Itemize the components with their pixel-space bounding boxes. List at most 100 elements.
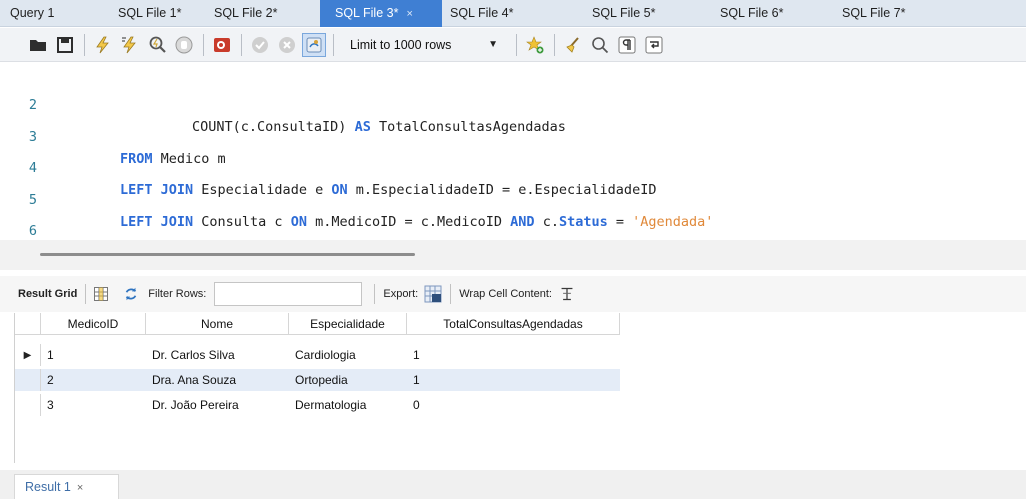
wrap-icon	[645, 36, 663, 53]
stop-button[interactable]	[172, 33, 196, 57]
toolbar-separator	[516, 33, 517, 56]
editor-horizontal-scrollbar[interactable]	[40, 253, 415, 256]
tab-sql-file-7[interactable]: SQL File 7*	[832, 0, 926, 27]
code-text: FROM Medico m	[120, 151, 226, 167]
tab-label: SQL File 4*	[450, 6, 514, 20]
lightning-icon	[96, 36, 109, 53]
lightning-cursor-icon	[122, 36, 136, 53]
tab-label: SQL File 2*	[214, 6, 278, 20]
execute-current-button[interactable]	[118, 33, 142, 57]
code-line[interactable]: 6 GROUP BY m.MedicoID;	[0, 198, 283, 261]
cell-especialidade[interactable]: Cardiologia	[289, 344, 407, 366]
result-tabs-bar: Result 1 ×	[0, 470, 1026, 499]
current-row-marker-icon[interactable]: ▶	[15, 344, 41, 366]
table-row[interactable]: 2 Dra. Ana Souza Ortopedia 1	[15, 369, 620, 391]
tab-label: SQL File 5*	[592, 6, 656, 20]
toggle-invisible-chars-button[interactable]	[615, 33, 639, 57]
tab-label: SQL File 3*	[335, 6, 399, 20]
save-button[interactable]	[53, 33, 77, 57]
row-header[interactable]	[15, 394, 41, 416]
grid-icon[interactable]	[94, 287, 109, 301]
cell-medicoid[interactable]: 1	[41, 344, 146, 366]
tab-sql-file-3[interactable]: SQL File 3* ×	[320, 0, 442, 27]
tab-query-1[interactable]: Query 1	[0, 0, 72, 27]
result-toolbar: Result Grid Filter Rows: Export: Wrap Ce…	[0, 276, 1026, 312]
column-header-nome[interactable]: Nome	[146, 313, 289, 335]
line-number: 6	[28, 223, 38, 239]
star-plus-icon	[526, 35, 544, 53]
filter-rows-label: Filter Rows:	[148, 288, 207, 300]
toggle-stop-on-error-button[interactable]	[210, 33, 234, 57]
find-button[interactable]	[588, 33, 612, 57]
column-header-totalconsultasagendadas[interactable]: TotalConsultasAgendadas	[407, 313, 620, 335]
row-header-corner	[15, 313, 41, 335]
magnifier-lightning-icon	[149, 36, 166, 53]
pilcrow-icon	[618, 36, 636, 53]
code-text: LEFT JOIN Especialidade e ON m.Especiali…	[120, 182, 657, 198]
toggle-word-wrap-button[interactable]	[642, 33, 666, 57]
cell-medicoid[interactable]: 3	[41, 394, 146, 416]
cell-especialidade[interactable]: Dermatologia	[289, 394, 407, 416]
cell-totalconsultasagendadas[interactable]: 1	[407, 369, 620, 391]
editor-tab-bar: Query 1 SQL File 1* SQL File 2* SQL File…	[0, 0, 1026, 27]
limit-rows-value: Limit to 1000 rows	[350, 37, 452, 52]
tab-sql-file-2[interactable]: SQL File 2*	[196, 0, 320, 27]
broom-icon	[566, 36, 579, 53]
rollback-button[interactable]	[275, 33, 299, 57]
code-line[interactable]: 4 LEFT JOIN Especialidade e ON m.Especia…	[0, 135, 657, 198]
limit-rows-select[interactable]: Limit to 1000 rows ▼	[344, 33, 504, 57]
tab-result-1[interactable]: Result 1 ×	[14, 474, 119, 499]
tab-sql-file-5[interactable]: SQL File 5*	[570, 0, 698, 27]
close-icon[interactable]: ×	[77, 482, 83, 494]
sql-editor-toolbar: Limit to 1000 rows ▼	[0, 28, 1026, 62]
code-text: LEFT JOIN Consulta c ON m.MedicoID = c.M…	[120, 214, 714, 230]
autocommit-icon	[306, 37, 322, 52]
autocommit-toggle-button[interactable]	[302, 32, 326, 57]
explain-button[interactable]	[145, 33, 169, 57]
toolbar-separator	[554, 33, 555, 56]
cell-especialidade[interactable]: Ortopedia	[289, 369, 407, 391]
toolbar-separator	[374, 284, 376, 304]
row-header[interactable]	[15, 369, 41, 391]
cell-nome[interactable]: Dra. Ana Souza	[146, 369, 289, 391]
open-folder-button[interactable]	[26, 33, 50, 57]
sql-editor[interactable]: 2 COUNT(c.ConsultaID) AS TotalConsultasA…	[0, 63, 1026, 261]
close-icon[interactable]: ×	[406, 8, 412, 20]
wrap-cell-icon[interactable]	[558, 285, 576, 303]
result-grid[interactable]: MedicoID Nome Especialidade TotalConsult…	[14, 313, 1026, 463]
grid-header-row: MedicoID Nome Especialidade TotalConsult…	[15, 313, 620, 335]
add-snippet-button[interactable]	[523, 33, 547, 57]
tab-sql-file-4[interactable]: SQL File 4*	[442, 0, 570, 27]
code-line[interactable]: 5 LEFT JOIN Consulta c ON m.MedicoID = c…	[0, 167, 713, 230]
tab-label: SQL File 1*	[118, 6, 182, 20]
cell-nome[interactable]: Dr. Carlos Silva	[146, 344, 289, 366]
execute-all-button[interactable]	[91, 33, 115, 57]
filter-rows-input[interactable]	[214, 282, 363, 306]
table-row[interactable]: ▶ 1 Dr. Carlos Silva Cardiologia 1	[15, 344, 620, 366]
toolbar-separator	[241, 33, 242, 56]
commit-button[interactable]	[248, 33, 272, 57]
folder-icon	[30, 39, 46, 51]
table-row[interactable]: 3 Dr. João Pereira Dermatologia 0	[15, 394, 620, 416]
toolbar-separator	[333, 33, 334, 56]
tab-label: Query 1	[10, 6, 55, 20]
chevron-down-icon: ▼	[488, 39, 498, 50]
code-line[interactable]: 2 COUNT(c.ConsultaID) AS TotalConsultasA…	[0, 72, 566, 135]
export-icon[interactable]	[424, 285, 442, 303]
column-header-medicoid[interactable]: MedicoID	[41, 313, 146, 335]
toolbar-separator	[85, 284, 87, 304]
tab-sql-file-1[interactable]: SQL File 1*	[72, 0, 196, 27]
refresh-icon[interactable]	[122, 285, 140, 303]
cell-totalconsultasagendadas[interactable]: 0	[407, 394, 620, 416]
toolbar-separator	[450, 284, 452, 304]
cell-medicoid[interactable]: 2	[41, 369, 146, 391]
cell-nome[interactable]: Dr. João Pereira	[146, 394, 289, 416]
toolbar-separator	[84, 33, 85, 56]
stop-hand-icon	[175, 36, 193, 53]
beautify-button[interactable]	[561, 33, 585, 57]
cell-totalconsultasagendadas[interactable]: 1	[407, 344, 620, 366]
tab-sql-file-6[interactable]: SQL File 6*	[698, 0, 832, 27]
code-line[interactable]: 3 FROM Medico m	[0, 104, 226, 167]
result-grid-label[interactable]: Result Grid	[18, 288, 77, 300]
column-header-especialidade[interactable]: Especialidade	[289, 313, 407, 335]
